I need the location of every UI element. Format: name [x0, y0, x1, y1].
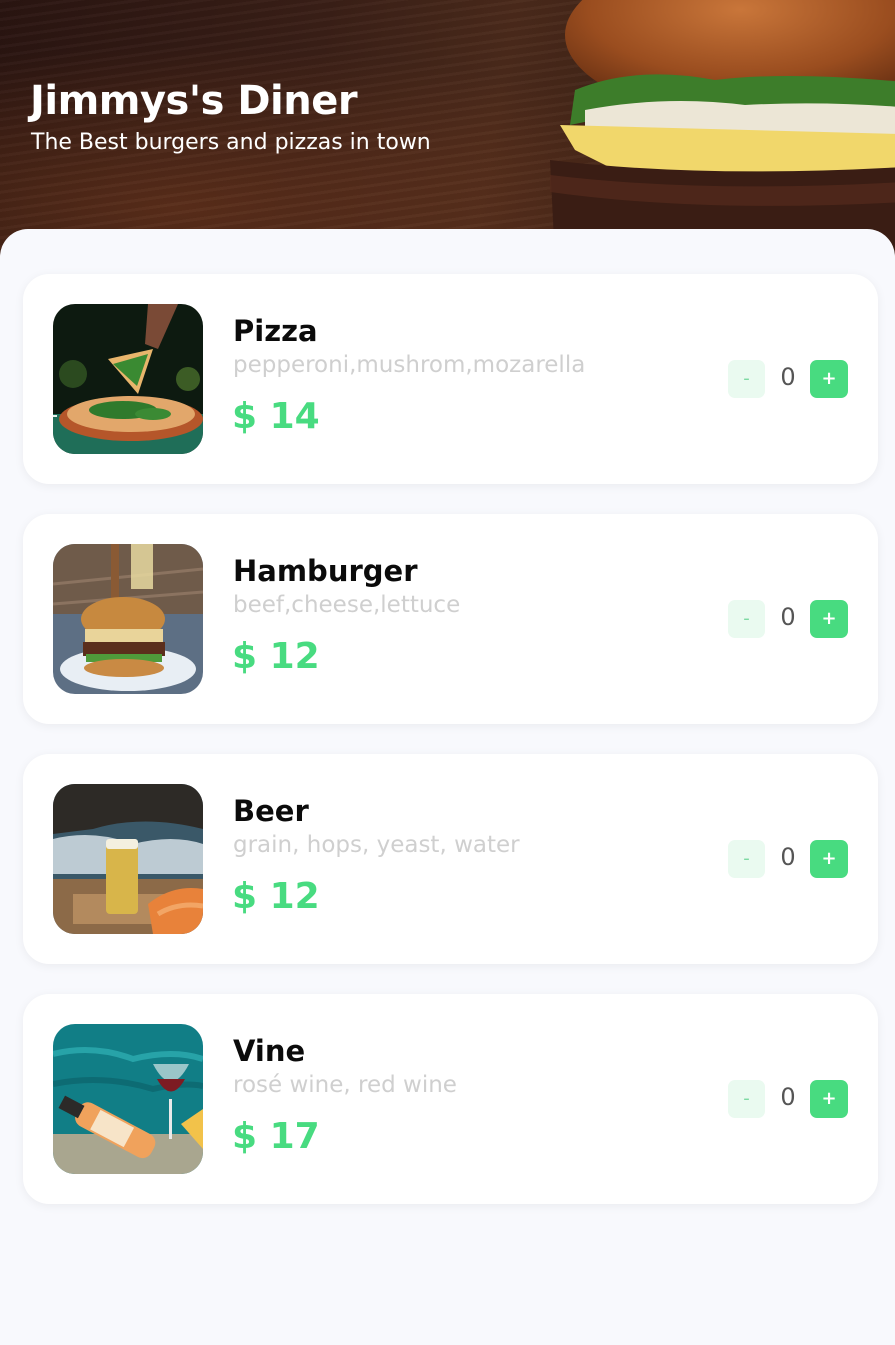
menu-item-vine: Vine rosé wine, red wine $ 17 - 0 + — [23, 994, 878, 1204]
hero-banner: Jimmys's Diner The Best burgers and pizz… — [0, 0, 895, 260]
decrease-quantity-button[interactable]: - — [728, 600, 765, 638]
decrease-quantity-button[interactable]: - — [728, 1080, 765, 1118]
item-name: Pizza — [233, 314, 318, 348]
restaurant-title: Jimmys's Diner — [30, 78, 358, 124]
menu-item-pizza: Pizza pepperoni,mushrom,mozarella $ 14 -… — [23, 274, 878, 484]
menu-item-hamburger: Hamburger beef,cheese,lettuce $ 12 - 0 + — [23, 514, 878, 724]
increase-quantity-button[interactable]: + — [810, 600, 848, 638]
item-price: $ 14 — [232, 396, 320, 437]
item-ingredients: grain, hops, yeast, water — [233, 832, 520, 858]
item-price: $ 17 — [232, 1116, 320, 1157]
pizza-photo-icon — [53, 304, 203, 454]
quantity-value: 0 — [780, 363, 796, 391]
quantity-value: 0 — [780, 1083, 796, 1111]
wine-photo-icon — [53, 1024, 203, 1174]
menu-item-beer: Beer grain, hops, yeast, water $ 12 - 0 … — [23, 754, 878, 964]
item-ingredients: beef,cheese,lettuce — [233, 592, 461, 618]
item-price: $ 12 — [232, 636, 320, 677]
quantity-value: 0 — [780, 843, 796, 871]
restaurant-tagline: The Best burgers and pizzas in town — [31, 130, 431, 155]
hero-burger-image — [550, 0, 895, 260]
hamburger-photo-icon — [53, 544, 203, 694]
increase-quantity-button[interactable]: + — [810, 840, 848, 878]
item-name: Beer — [233, 794, 309, 828]
beer-photo-icon — [53, 784, 203, 934]
item-name: Vine — [233, 1034, 306, 1068]
item-name: Hamburger — [233, 554, 418, 588]
item-ingredients: pepperoni,mushrom,mozarella — [233, 352, 586, 378]
item-price: $ 12 — [232, 876, 320, 917]
decrease-quantity-button[interactable]: - — [728, 840, 765, 878]
increase-quantity-button[interactable]: + — [810, 1080, 848, 1118]
quantity-value: 0 — [780, 603, 796, 631]
menu-list: Pizza pepperoni,mushrom,mozarella $ 14 -… — [0, 229, 895, 1345]
decrease-quantity-button[interactable]: - — [728, 360, 765, 398]
item-ingredients: rosé wine, red wine — [233, 1072, 457, 1098]
increase-quantity-button[interactable]: + — [810, 360, 848, 398]
